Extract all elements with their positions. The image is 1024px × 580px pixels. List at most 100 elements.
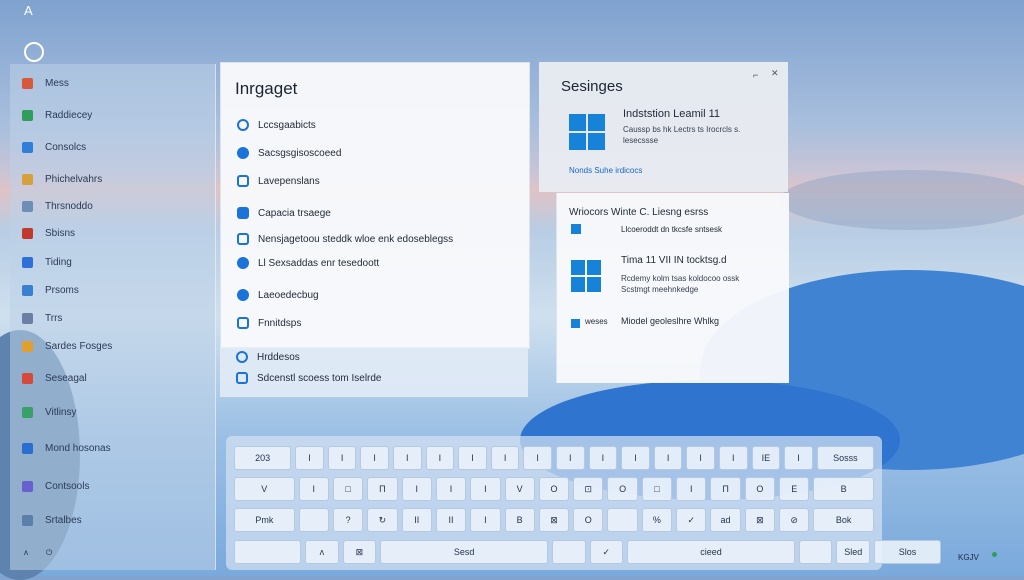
keyboard-key[interactable]: B <box>813 477 874 501</box>
keyboard-key[interactable]: ✓ <box>676 508 707 532</box>
sidebar-item[interactable]: Phichelvahrs <box>22 174 102 185</box>
keyboard-key[interactable]: □ <box>641 477 673 501</box>
keyboard-key[interactable]: П <box>710 477 741 501</box>
sidebar-item[interactable]: Raddiecey <box>22 110 92 121</box>
keyboard-key[interactable]: cieed <box>627 540 795 564</box>
license-row-3-text[interactable]: Miodel geoleslhre Whlkg <box>621 316 719 326</box>
keyboard-key[interactable]: V <box>234 477 295 501</box>
keyboard-key[interactable]: ⊡ <box>573 477 604 501</box>
sidebar-item[interactable]: Sardes Fosges <box>22 341 112 352</box>
keyboard-key[interactable]: I <box>719 446 748 470</box>
keyboard-key[interactable]: O <box>607 477 638 501</box>
keyboard-key[interactable] <box>552 540 586 564</box>
sidebar-item[interactable]: Seseagal <box>22 373 87 384</box>
language-item[interactable]: Sdcenstl scoess tom Iselrde <box>236 372 382 384</box>
keyboard-key[interactable]: IE <box>751 446 781 470</box>
language-item[interactable]: Ll Sexsaddas enr tesedoott <box>237 257 379 269</box>
keyboard-key[interactable]: B <box>504 508 535 532</box>
keyboard-key[interactable]: II <box>435 508 467 532</box>
keyboard-key[interactable]: Sled <box>836 540 870 564</box>
keyboard-key[interactable] <box>234 540 302 564</box>
keyboard-key[interactable]: O <box>538 477 570 501</box>
keyboard-key[interactable]: I <box>588 446 618 470</box>
keyboard-key[interactable]: ? <box>332 508 364 532</box>
language-item[interactable]: Nensjagetoou steddk wloe enk edoseblegss <box>237 233 453 245</box>
keyboard-key[interactable]: Sesd <box>380 540 548 564</box>
keyboard-key[interactable]: I <box>401 477 432 501</box>
keyboard-key[interactable]: I <box>621 446 650 470</box>
keyboard-key[interactable]: ✓ <box>589 540 624 564</box>
keyboard-key[interactable]: I <box>360 446 389 470</box>
keyboard-key[interactable]: 203 <box>234 446 292 470</box>
keyboard-key[interactable]: I <box>458 446 487 470</box>
language-item[interactable]: Hrddesos <box>236 351 300 363</box>
sidebar-item[interactable]: Thrsnoddo <box>22 201 93 212</box>
keyboard-key[interactable]: П <box>367 477 398 501</box>
close-button[interactable]: ✕ <box>771 68 779 79</box>
chevron-icon[interactable]: ʌ <box>24 548 28 557</box>
chat-icon <box>237 207 249 219</box>
start-logo-icon[interactable] <box>24 42 44 62</box>
keyboard-key[interactable]: ʌ <box>305 540 339 564</box>
language-item[interactable]: Laeoedecbug <box>237 289 319 301</box>
sidebar-item[interactable]: Mond hosonas <box>22 443 111 454</box>
power-icon[interactable]: ⏻ <box>46 548 52 558</box>
keyboard-key[interactable]: ↻ <box>367 508 398 532</box>
windows-logo-icon <box>569 114 605 150</box>
keyboard-key[interactable]: O <box>573 508 604 532</box>
sidebar-item[interactable]: Vitlinsy <box>22 407 77 418</box>
keyboard-key[interactable]: Pmk <box>234 508 295 532</box>
keyboard-key[interactable]: I <box>393 446 422 470</box>
keyboard-key[interactable]: V <box>504 477 535 501</box>
keyboard-key[interactable]: I <box>676 477 707 501</box>
sidebar-item[interactable]: Mess <box>22 78 69 89</box>
keyboard-key[interactable]: I <box>556 446 585 470</box>
keyboard-key[interactable]: I <box>470 477 501 501</box>
keyboard-key[interactable]: I <box>295 446 324 470</box>
license-row-1[interactable]: Llcoeroddt dn tkcsfe sntsesk <box>621 225 722 234</box>
language-item[interactable]: Sacsgsgisoscoeed <box>237 147 341 159</box>
keyboard-key[interactable]: I <box>523 446 552 470</box>
keyboard-key[interactable]: I <box>327 446 357 470</box>
keyboard-key[interactable]: Bok <box>813 508 874 532</box>
keyboard-key[interactable]: ⊘ <box>779 508 810 532</box>
keyboard-key[interactable] <box>607 508 638 532</box>
keyboard-key[interactable]: % <box>641 508 673 532</box>
keyboard-key[interactable]: I <box>298 477 329 501</box>
desktop-letter: A <box>24 3 33 18</box>
keyboard-key[interactable]: E <box>779 477 810 501</box>
keyboard-key[interactable]: I <box>435 477 467 501</box>
keyboard-key[interactable]: ⊠ <box>538 508 570 532</box>
sidebar-item[interactable]: Contsools <box>22 481 89 492</box>
language-item[interactable]: Fnnitdsps <box>237 317 301 329</box>
keyboard-key[interactable]: Slos <box>874 540 942 564</box>
keyboard-key[interactable] <box>798 540 833 564</box>
sidebar-item[interactable]: Srtalbes <box>22 515 82 526</box>
minimize-button[interactable]: ⌐ <box>753 70 758 80</box>
keyboard-key[interactable]: ⊠ <box>342 540 377 564</box>
keyboard-key[interactable]: ad <box>710 508 741 532</box>
keyboard-key[interactable]: I <box>653 446 683 470</box>
language-item[interactable]: Lccsgaabicts <box>237 119 316 131</box>
keyboard-key[interactable] <box>298 508 329 532</box>
sidebar-item[interactable]: Trrs <box>22 313 62 324</box>
sidebar-item-label: Trrs <box>45 313 63 324</box>
keyboard-key[interactable]: II <box>401 508 432 532</box>
record-icon <box>237 289 249 301</box>
sidebar-item[interactable]: Sbisns <box>22 228 75 239</box>
keyboard-key[interactable]: O <box>744 477 776 501</box>
sidebar-item[interactable]: Prsoms <box>22 285 79 296</box>
keyboard-key[interactable]: I <box>470 508 501 532</box>
keyboard-key[interactable]: ⊠ <box>744 508 776 532</box>
language-item[interactable]: Capacia trsaege <box>237 207 331 219</box>
keyboard-key[interactable]: I <box>686 446 715 470</box>
install-link[interactable]: Nonds Suhe irdicocs <box>569 166 642 175</box>
keyboard-key[interactable]: Sosss <box>816 446 874 470</box>
keyboard-key[interactable]: I <box>425 446 455 470</box>
keyboard-key[interactable]: □ <box>332 477 364 501</box>
sidebar-item[interactable]: Consolcs <box>22 142 86 153</box>
keyboard-key[interactable]: I <box>490 446 520 470</box>
language-item[interactable]: Lavepenslans <box>237 175 320 187</box>
keyboard-key[interactable]: I <box>784 446 813 470</box>
sidebar-item[interactable]: Tiding <box>22 257 72 268</box>
